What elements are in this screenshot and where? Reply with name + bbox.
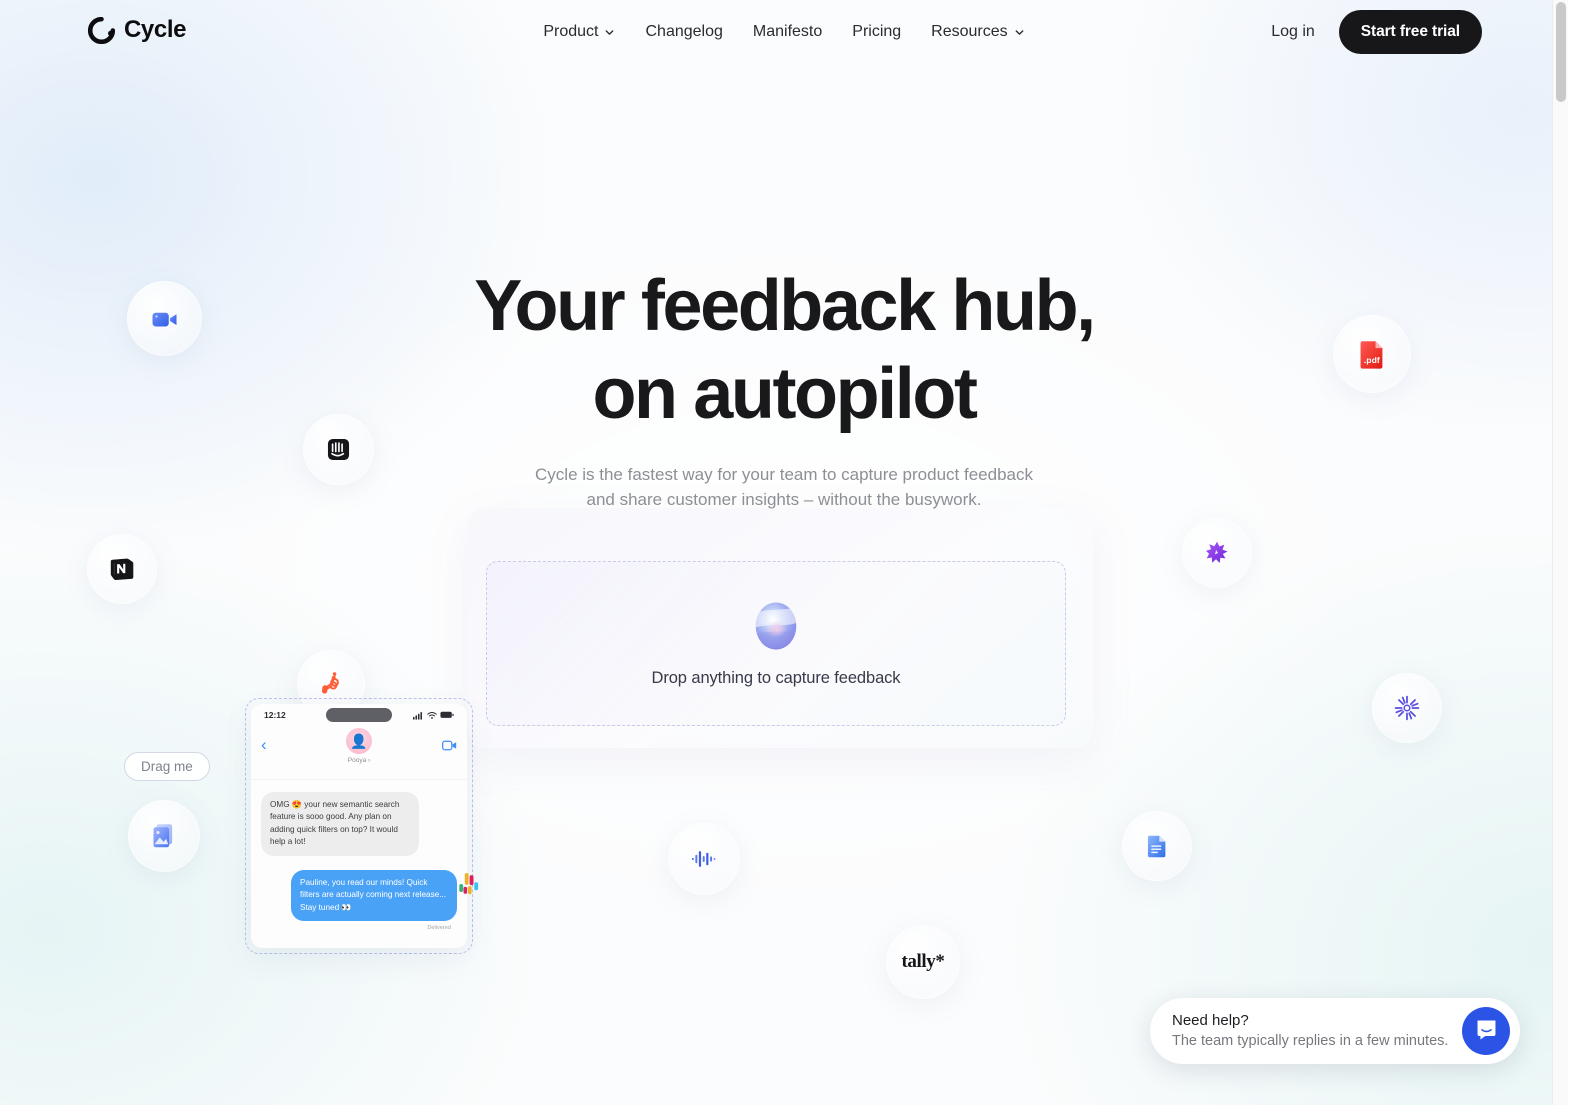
battery-icon [440, 711, 454, 718]
tally-logo-icon: tally* [901, 951, 945, 972]
floating-bubble-tally[interactable]: tally* [886, 925, 960, 999]
intercom-launcher[interactable]: Need help? The team typically replies in… [1150, 998, 1520, 1064]
slack-badge-icon [454, 871, 484, 906]
phone-message-list: OMG 😍 your new semantic search feature i… [251, 780, 467, 931]
hero-title-line-1: Your feedback hub, [474, 266, 1096, 346]
page-canvas: Cycle Product Changelog Manifesto Pricin… [0, 0, 1568, 1105]
delivered-status: Delivered [427, 925, 451, 932]
nav-item-pricing[interactable]: Pricing [852, 23, 901, 41]
capture-feedback-card: Drop anything to capture feedback [468, 508, 1093, 748]
hero-subtitle-line-2: and share customer insights – without th… [586, 489, 982, 509]
hero-title-line-2: on autopilot [592, 354, 977, 434]
nav-label: Manifesto [752, 23, 823, 40]
asterisk-burst-icon [1393, 694, 1421, 722]
status-time: 12:12 [264, 710, 286, 720]
header-actions: Log in Start free trial [1263, 10, 1482, 54]
message-bubble-outgoing: Pauline, you read our minds! Quick filte… [291, 869, 457, 922]
hero-section: Your feedback hub, on autopilot Cycle is… [0, 270, 1568, 512]
nav-label: Resources [931, 23, 1008, 40]
site-header: Cycle Product Changelog Manifesto Pricin… [0, 0, 1568, 64]
dynamic-island [326, 708, 392, 722]
chevron-left-icon[interactable]: ‹ [261, 736, 267, 753]
page-title: Your feedback hub, on autopilot [0, 270, 1568, 430]
nav-label: Product [543, 23, 599, 40]
contact-name: Pooya › [347, 757, 371, 764]
document-file-icon [1144, 833, 1171, 860]
avatar: 👤 [346, 728, 372, 754]
chevron-down-icon [604, 27, 615, 38]
dropzone-label: Drop anything to capture feedback [651, 668, 901, 687]
intercom-messenger-icon [1474, 1017, 1499, 1045]
nav-item-resources[interactable]: Resources [931, 23, 1024, 41]
login-link[interactable]: Log in [1263, 17, 1323, 47]
chevron-down-icon [1014, 27, 1025, 38]
status-system-icons [413, 711, 454, 720]
dropzone[interactable]: Drop anything to capture feedback [486, 561, 1066, 726]
hubspot-badge-icon [318, 675, 342, 704]
drag-me-badge[interactable]: Drag me [124, 752, 210, 781]
phone-screen: 12:12 ‹ 👤 Pooya › OMG 😍 your new semanti… [251, 704, 467, 948]
message-bubble-incoming: OMG 😍 your new semantic search feature i… [261, 792, 419, 856]
hero-subtitle: Cycle is the fastest way for your team t… [0, 463, 1568, 512]
nav-label: Changelog [645, 23, 723, 40]
hero-subtitle-line-1: Cycle is the fastest way for your team t… [535, 465, 1033, 484]
intercom-open-button[interactable] [1462, 1007, 1510, 1055]
nav-item-manifesto[interactable]: Manifesto [753, 23, 822, 41]
nav-item-changelog[interactable]: Changelog [645, 23, 722, 41]
intercom-title: Need help? [1172, 1011, 1249, 1029]
vertical-scrollbar-track[interactable] [1552, 0, 1568, 1105]
floating-bubble-notion[interactable] [87, 534, 157, 604]
phone-mockup-dropzone[interactable]: 12:12 ‹ 👤 Pooya › OMG 😍 your new semanti… [245, 676, 479, 954]
floating-bubble-asterisk[interactable] [1372, 673, 1442, 743]
intercom-text: Need help? The team typically replies in… [1150, 1010, 1462, 1053]
floating-bubble-audio[interactable] [668, 823, 740, 895]
sparkle-burst-icon [1204, 540, 1230, 566]
phone-conversation-header: ‹ 👤 Pooya › [251, 726, 467, 780]
intercom-subtitle: The team typically replies in a few minu… [1172, 1033, 1449, 1050]
nav-item-product[interactable]: Product [543, 23, 615, 41]
phone-status-bar: 12:12 [251, 704, 467, 726]
wifi-icon [427, 711, 437, 719]
floating-bubble-document[interactable] [1122, 811, 1192, 881]
floating-bubble-image[interactable] [128, 800, 200, 872]
start-free-trial-button[interactable]: Start free trial [1338, 10, 1482, 54]
gradient-orb-icon [750, 600, 802, 652]
image-file-icon [149, 821, 179, 851]
video-call-icon[interactable] [442, 738, 457, 756]
cellular-signal-icon [413, 711, 422, 720]
notion-icon [109, 556, 136, 583]
floating-bubble-sparkle[interactable] [1182, 518, 1252, 588]
nav-label: Pricing [852, 23, 902, 40]
audio-waveform-icon [690, 845, 718, 873]
